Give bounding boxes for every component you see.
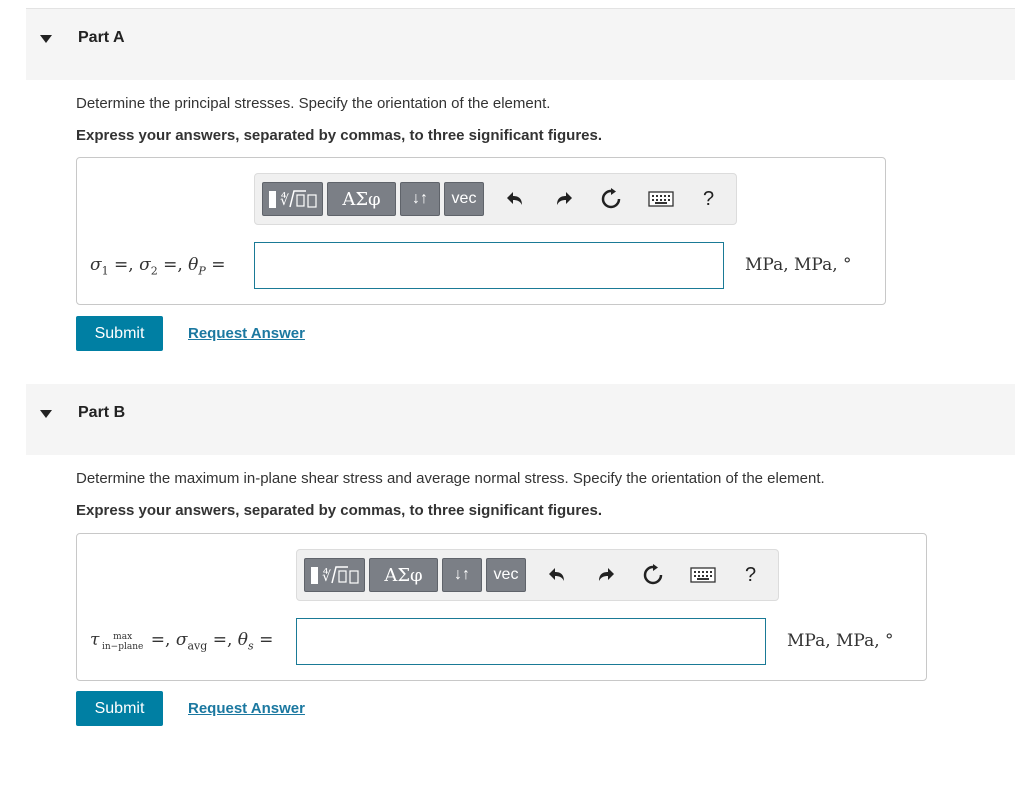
templates-icon: ∜ xyxy=(310,566,359,585)
separator: =, xyxy=(145,630,176,650)
undo-icon xyxy=(549,568,564,581)
separator: =, xyxy=(157,255,189,275)
part-a-question: Determine the principal stresses. Specif… xyxy=(76,95,551,112)
sigma-symbol: σ xyxy=(175,630,188,650)
undo-icon xyxy=(507,192,522,205)
sigma-subscript: avg xyxy=(187,639,208,653)
part-a-title: Part A xyxy=(78,29,125,46)
submit-button[interactable]: Submit xyxy=(76,691,163,726)
units-label: MPa, MPa, ° xyxy=(787,631,894,651)
vector-button[interactable]: vec xyxy=(486,558,526,592)
sigma2-symbol: σ xyxy=(139,255,151,275)
tau-max-in-plane: τ max in−plane xyxy=(90,630,145,652)
sigma1-symbol: σ xyxy=(90,255,102,275)
answer-label: σ1 =, σ2 =, θP = xyxy=(90,255,225,277)
request-answer-link[interactable]: Request Answer xyxy=(188,700,305,717)
tau-subscript-max: max xyxy=(113,632,133,642)
part-a-instruction: Express your answers, separated by comma… xyxy=(76,127,603,144)
keyboard-button[interactable] xyxy=(690,564,716,586)
sigma2-subscript: 2 xyxy=(150,264,158,278)
request-answer-link[interactable]: Request Answer xyxy=(188,325,305,342)
arrows-button[interactable]: ↓↑ xyxy=(400,182,440,216)
redo-button[interactable] xyxy=(552,188,574,210)
tau-symbol: τ xyxy=(90,630,100,650)
collapse-caret-icon[interactable] xyxy=(40,410,52,418)
undo-button[interactable] xyxy=(547,564,569,586)
redo-icon xyxy=(599,568,614,581)
part-a-answer-box: ∜ ΑΣφ ↓↑ vec ? σ1 =, σ2 =, θP = MPa, MPa… xyxy=(76,157,886,305)
vector-button[interactable]: vec xyxy=(444,182,484,216)
arrows-button[interactable]: ↓↑ xyxy=(442,558,482,592)
svg-text:∜: ∜ xyxy=(280,192,289,209)
templates-button[interactable]: ∜ xyxy=(262,182,323,216)
tau-subscript-stack: max in−plane xyxy=(102,632,143,652)
keyboard-icon xyxy=(690,567,716,583)
reset-icon xyxy=(601,188,621,209)
redo-button[interactable] xyxy=(594,564,616,586)
sigma1-subscript: 1 xyxy=(101,264,109,278)
redo-icon xyxy=(557,192,572,205)
part-b-header[interactable]: Part B xyxy=(26,384,1015,455)
units-label: MPa, MPa, ° xyxy=(745,255,852,275)
help-button[interactable]: ? xyxy=(703,188,714,211)
equals-sign: = xyxy=(205,255,226,275)
keyboard-icon xyxy=(648,191,674,207)
answer-input[interactable] xyxy=(254,242,724,289)
part-b-instruction: Express your answers, separated by comma… xyxy=(76,502,603,519)
theta-subscript: P xyxy=(198,264,206,278)
tau-subscript-in-plane: in−plane xyxy=(102,642,144,652)
svg-text:∜: ∜ xyxy=(322,568,331,585)
submit-button[interactable]: Submit xyxy=(76,316,163,351)
theta-symbol: θ xyxy=(188,255,199,275)
separator: =, xyxy=(108,255,140,275)
math-toolbar: ∜ ΑΣφ ↓↑ vec ? xyxy=(254,173,737,225)
separator: =, xyxy=(207,630,238,650)
collapse-caret-icon[interactable] xyxy=(40,35,52,43)
part-b-answer-box: ∜ ΑΣφ ↓↑ vec ? τ max in−plane =, σavg =,… xyxy=(76,533,927,681)
reset-button[interactable] xyxy=(600,188,622,210)
part-b-question: Determine the maximum in-plane shear str… xyxy=(76,470,825,487)
part-b-title: Part B xyxy=(78,404,126,421)
answer-input[interactable] xyxy=(296,618,766,665)
reset-icon xyxy=(643,564,663,585)
theta-symbol: θ xyxy=(237,630,249,650)
reset-button[interactable] xyxy=(642,564,664,586)
help-button[interactable]: ? xyxy=(745,564,756,587)
greek-symbols-button[interactable]: ΑΣφ xyxy=(369,558,438,592)
math-toolbar: ∜ ΑΣφ ↓↑ vec ? xyxy=(296,549,779,601)
keyboard-button[interactable] xyxy=(648,188,674,210)
undo-button[interactable] xyxy=(505,188,527,210)
templates-button[interactable]: ∜ xyxy=(304,558,365,592)
greek-symbols-button[interactable]: ΑΣφ xyxy=(327,182,396,216)
answer-label: τ max in−plane =, σavg =, θs = xyxy=(90,630,273,652)
templates-icon: ∜ xyxy=(268,190,317,209)
part-a-header[interactable]: Part A xyxy=(26,9,1015,80)
equals-sign: = xyxy=(253,630,274,650)
